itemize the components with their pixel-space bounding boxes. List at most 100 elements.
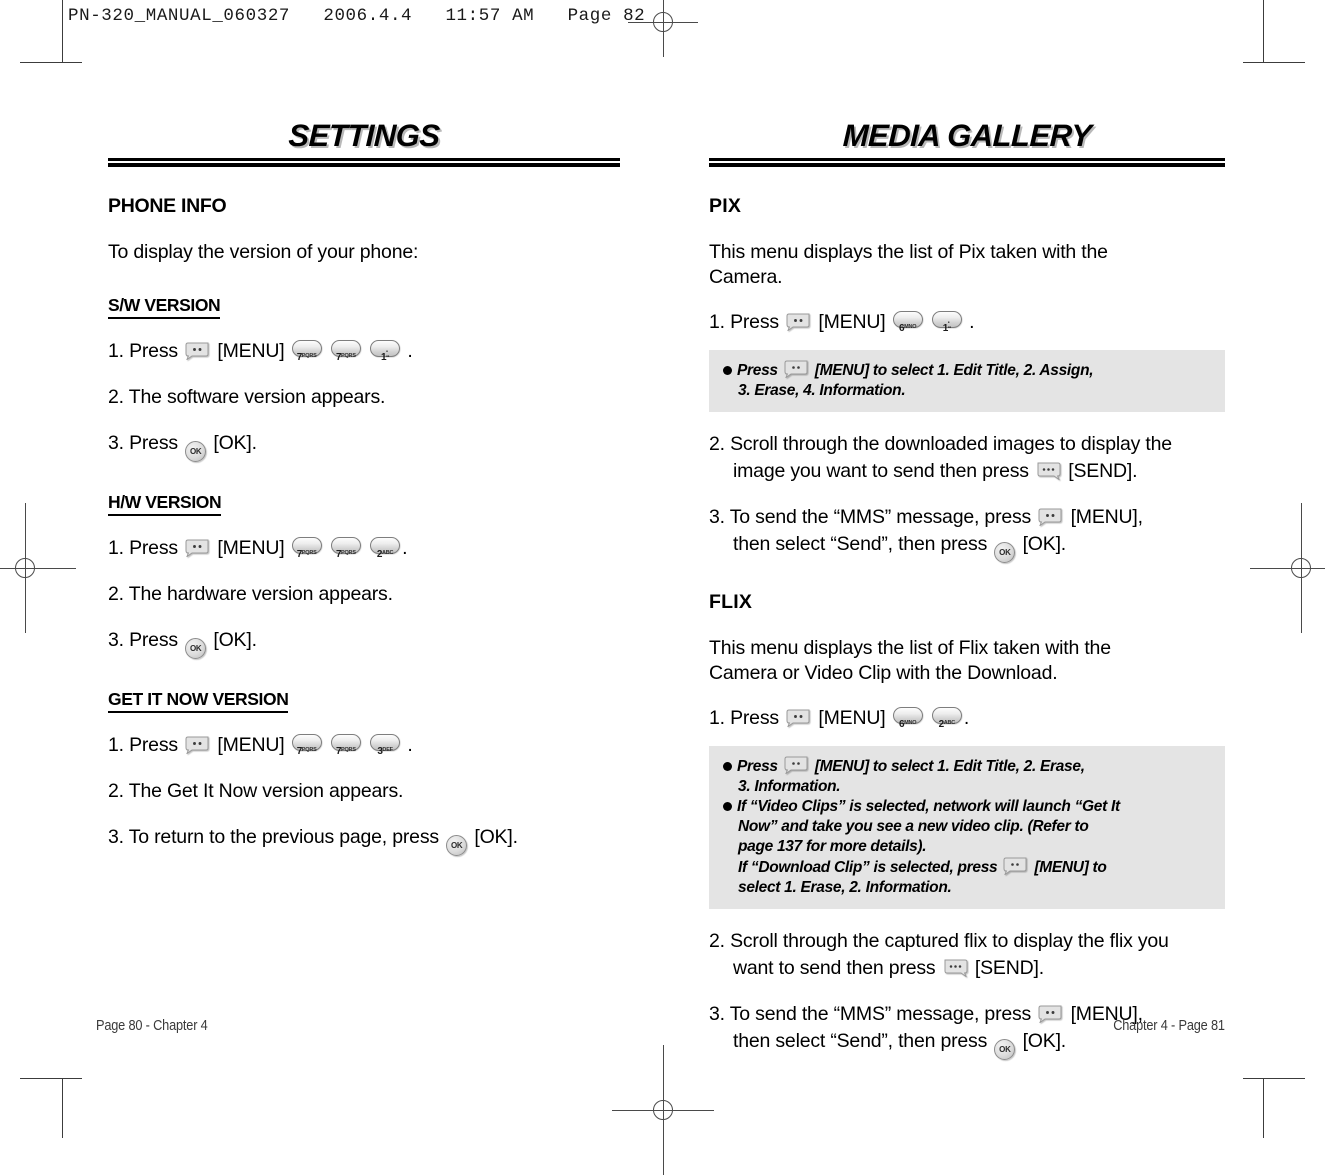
gin-step-1-lead: 1. Press <box>108 734 178 756</box>
pix-note-post: [MENU] to select 1. Edit Title, 2. Assig… <box>814 362 1094 379</box>
send-key-icon <box>1036 462 1061 480</box>
key-7-icon: 7PQRS <box>330 734 361 757</box>
registration-mark-top <box>628 0 698 57</box>
flix-step-2: 2. Scroll through the captured flix to d… <box>709 928 1225 982</box>
flix-step-2-pre: want to send then press <box>733 957 936 979</box>
hw-step-1-tail: . <box>402 537 408 559</box>
pix-intro-line-2: Camera. <box>709 266 783 288</box>
pix-note-line-2: 3. Erase, 4. Information. <box>738 382 906 399</box>
hw-step-1-lead: 1. Press <box>108 537 178 559</box>
sub-heading-sw-version: S/W VERSION <box>108 295 221 319</box>
registration-mark-bottom <box>612 1045 714 1175</box>
subsection-get-it-now-version: GET IT NOW VERSION 1. Press [MENU] 7PQRS… <box>108 659 620 856</box>
flix-note-b2-line4-post: [MENU] to <box>1034 859 1107 876</box>
flix-step-1-tail: . <box>963 707 970 729</box>
key-6-icon: 6MNO <box>892 311 923 334</box>
flix-note-bullet-1: Press [MENU] to select 1. Edit Title, 2.… <box>723 756 1211 797</box>
menu-bracket-label: [MENU] <box>217 340 285 362</box>
send-bracket-label: [SEND]. <box>974 957 1044 979</box>
pix-note-bullet-1: Press [MENU] to select 1. Edit Title, 2.… <box>723 360 1211 401</box>
ok-key-icon: OK <box>185 441 207 462</box>
crop-mark-top-right-vertical <box>1263 0 1264 62</box>
menu-key-icon <box>185 736 210 754</box>
flix-intro-line-1: This menu displays the list of Flix take… <box>709 637 1111 659</box>
ok-key-icon: OK <box>446 835 468 856</box>
sw-step-1-lead: 1. Press <box>108 340 178 362</box>
gin-step-1-tail: . <box>407 734 413 756</box>
pix-note-pre: Press <box>737 362 778 379</box>
pix-step-2: 2. Scroll through the downloaded images … <box>709 431 1225 485</box>
crop-mark-bottom-left-horizontal <box>20 1078 82 1079</box>
flix-note-b2-line-1: If “Video Clips” is selected, network wi… <box>737 798 1120 815</box>
key-3-icon: 3DEF <box>370 734 401 757</box>
section-heading-pix: PIX <box>709 195 742 217</box>
key-7-icon: 7PQRS <box>291 734 322 757</box>
pix-step-2-line-1: 2. Scroll through the downloaded images … <box>709 433 1172 455</box>
ok-key-icon: OK <box>994 542 1016 563</box>
hw-step-3: 3. Press OK [OK]. <box>108 627 620 659</box>
flix-note-b1-post: [MENU] to select 1. Edit Title, 2. Erase… <box>814 758 1085 775</box>
flix-intro-line-2: Camera or Video Clip with the Download. <box>709 662 1058 684</box>
ok-key-icon: OK <box>185 638 207 659</box>
menu-key-icon <box>784 360 809 378</box>
right-page-footer: Chapter 4 - Page 81 <box>1113 1018 1225 1034</box>
menu-bracket-label: [MENU] <box>217 537 285 559</box>
sw-step-3-lead: 3. Press <box>108 432 178 454</box>
ok-bracket-label: [OK] <box>213 432 252 454</box>
gin-step-3: 3. To return to the previous page, press… <box>108 824 620 856</box>
key-7-icon: 7PQRS <box>291 340 322 363</box>
crop-mark-bottom-left-vertical <box>62 1078 63 1138</box>
send-key-icon <box>943 959 968 977</box>
flix-note-b2-line-2: Now” and take you see a new video clip. … <box>738 818 1089 835</box>
subsection-hw-version: H/W VERSION 1. Press [MENU] 7PQRS 7PQRS … <box>108 462 620 659</box>
right-title-rule <box>709 158 1225 167</box>
menu-key-icon <box>1038 1005 1063 1023</box>
flix-step-3-line2-pre: then select “Send”, then press <box>733 1030 988 1052</box>
key-7-icon: 7PQRS <box>330 340 361 363</box>
flix-note-b1-line-2: 3. Information. <box>738 778 841 795</box>
menu-key-icon <box>1038 508 1063 526</box>
pix-intro: This menu displays the list of Pix taken… <box>709 240 1225 290</box>
left-chapter-title: SETTINGS <box>287 118 441 153</box>
section-heading-flix: FLIX <box>709 591 753 613</box>
pix-step-1: 1. Press [MENU] 6MNO 1 • •• . <box>709 309 1225 336</box>
flix-note-b2-line-3: page 137 for more details). <box>738 838 927 855</box>
pix-step-3-line2-post: [OK]. <box>1022 533 1067 555</box>
pix-step-3-line2-pre: then select “Send”, then press <box>733 533 988 555</box>
menu-key-icon <box>1003 857 1028 875</box>
registration-mark-left <box>0 503 76 633</box>
pix-step-1-lead: 1. Press <box>709 311 779 333</box>
subsection-sw-version: S/W VERSION 1. Press [MENU] 7PQRS 7PQRS … <box>108 265 620 462</box>
pix-note-box: Press [MENU] to select 1. Edit Title, 2.… <box>709 350 1225 412</box>
bullet-icon <box>723 762 732 771</box>
pix-step-2-line-2: image you want to send then press [SEND]… <box>709 458 1225 485</box>
menu-bracket-label: [MENU] <box>818 707 886 729</box>
key-6-icon: 6MNO <box>892 707 923 730</box>
sw-step-3-tail: . <box>251 432 257 454</box>
gin-step-3-lead: 3. To return to the previous page, press <box>108 826 439 848</box>
menu-key-icon <box>185 342 210 360</box>
flix-step-2-line-1: 2. Scroll through the captured flix to d… <box>709 930 1169 952</box>
menu-key-icon <box>786 313 811 331</box>
menu-key-icon <box>185 539 210 557</box>
sub-heading-hw-version: H/W VERSION <box>108 492 222 516</box>
gin-step-3-tail: . <box>512 826 518 848</box>
sw-step-2: 2. The software version appears. <box>108 386 386 408</box>
flix-intro: This menu displays the list of Flix take… <box>709 636 1225 686</box>
phone-info-intro: To display the version of your phone: <box>108 241 419 263</box>
gin-step-1: 1. Press [MENU] 7PQRS 7PQRS 3DEF . <box>108 732 620 759</box>
flix-note-bullet-2: If “Video Clips” is selected, network wi… <box>723 797 1211 898</box>
left-page-footer: Page 80 - Chapter 4 <box>96 1018 208 1034</box>
key-2-icon: 2ABC <box>370 537 401 560</box>
flix-note-box: Press [MENU] to select 1. Edit Title, 2.… <box>709 746 1225 909</box>
bullet-icon <box>723 366 732 375</box>
key-2-icon: 2ABC <box>931 707 962 730</box>
pix-step-3: 3. To send the “MMS” message, press [MEN… <box>709 504 1225 563</box>
scan-header-stamp: PN-320_MANUAL_060327 2006.4.4 11:57 AM P… <box>68 6 646 26</box>
crop-mark-top-left-vertical <box>62 0 63 62</box>
section-heading-phone-info: PHONE INFO <box>108 195 227 217</box>
sub-heading-get-it-now-version: GET IT NOW VERSION <box>108 689 289 713</box>
left-title-rule <box>108 158 620 167</box>
right-page-column: MEDIA GALLERY PIX This menu displays the… <box>709 118 1225 1060</box>
menu-bracket-label: [MENU] <box>818 311 886 333</box>
